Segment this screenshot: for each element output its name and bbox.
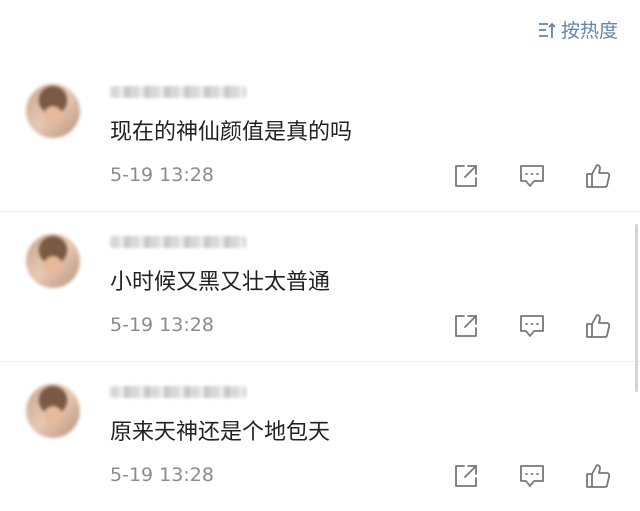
scrollbar[interactable] — [635, 224, 638, 392]
comment-list: 现在的神仙颜值是真的吗 5-19 13:28 小时候又黑又壮太普通 5-19 1… — [0, 62, 640, 511]
avatar[interactable] — [26, 234, 80, 288]
comment-actions — [416, 160, 614, 192]
comment-text: 现在的神仙颜值是真的吗 — [110, 120, 353, 145]
comment-item: 小时候又黑又壮太普通 5-19 13:28 — [0, 211, 640, 361]
share-icon — [455, 465, 477, 487]
like-icon — [586, 314, 611, 338]
comment-actions — [416, 460, 614, 492]
like-icon — [586, 164, 611, 188]
share-button[interactable] — [450, 460, 482, 492]
reply-icon — [520, 165, 544, 187]
comment-item: 原来天神还是个地包天 5-19 13:28 — [0, 361, 640, 511]
share-icon — [455, 165, 477, 187]
sort-by-hot-button[interactable]: 按热度 — [537, 16, 618, 43]
like-button[interactable] — [582, 160, 614, 192]
sort-label: 按热度 — [560, 20, 618, 42]
reply-button[interactable] — [516, 460, 548, 492]
reply-button[interactable] — [516, 160, 548, 192]
comment-time: 5-19 13:28 — [110, 464, 214, 486]
comment-time: 5-19 13:28 — [110, 164, 214, 186]
like-icon — [586, 464, 611, 488]
share-button[interactable] — [450, 310, 482, 342]
reply-button[interactable] — [516, 310, 548, 342]
avatar[interactable] — [26, 384, 80, 438]
username-blurred[interactable] — [110, 86, 246, 98]
reply-icon — [520, 465, 544, 487]
share-button[interactable] — [450, 160, 482, 192]
comment-actions — [416, 310, 614, 342]
username-blurred[interactable] — [110, 386, 246, 398]
comment-text: 原来天神还是个地包天 — [110, 420, 331, 445]
username-blurred[interactable] — [110, 236, 246, 248]
comment-text: 小时候又黑又壮太普通 — [110, 270, 331, 295]
avatar[interactable] — [26, 84, 80, 138]
comment-time: 5-19 13:28 — [110, 314, 214, 336]
reply-icon — [520, 315, 544, 337]
share-icon — [455, 315, 477, 337]
like-button[interactable] — [582, 460, 614, 492]
sort-icon — [538, 22, 556, 38]
comment-item: 现在的神仙颜值是真的吗 5-19 13:28 — [0, 62, 640, 211]
like-button[interactable] — [582, 310, 614, 342]
